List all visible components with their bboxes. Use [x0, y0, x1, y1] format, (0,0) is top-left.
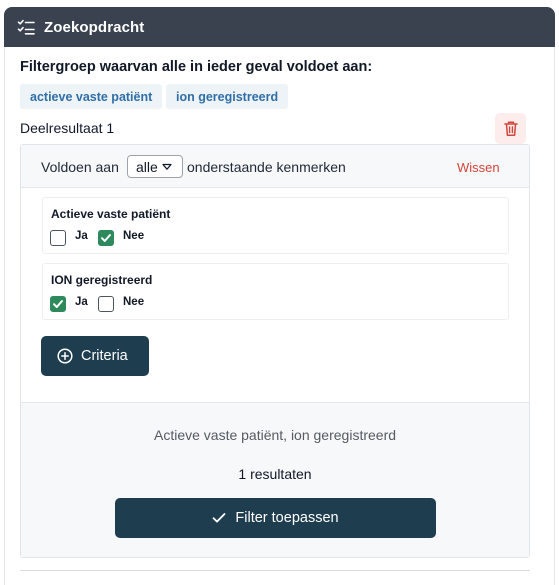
checkbox-ja[interactable] [50, 230, 66, 246]
filter-tag[interactable]: actieve vaste patiënt [20, 84, 163, 109]
result-count: 1 resultaten [238, 466, 312, 482]
checkbox-label: Nee [123, 296, 145, 308]
match-mode-select[interactable]: alle [127, 155, 183, 178]
match-prefix: Voldoen aan [41, 159, 119, 175]
sub-result-label: Deelresultaat 1 [20, 120, 115, 136]
filter-tag[interactable]: ion geregistreerd [166, 84, 289, 109]
chevron-down-icon [162, 163, 172, 171]
match-suffix: onderstaande kenmerken [187, 159, 346, 175]
check-icon [101, 234, 111, 242]
checkbox-label: Ja [75, 230, 88, 242]
check-icon [212, 512, 226, 524]
filter-summary: Actieve vaste patiënt, ion geregistreerd [153, 427, 397, 443]
trash-icon [503, 120, 519, 137]
checkbox-ja[interactable] [50, 296, 66, 312]
criterion-title: ION geregistreerd [51, 273, 153, 287]
criterion-ion-registered: ION geregistreerd Ja Nee [42, 263, 509, 320]
add-criteria-button[interactable]: Criteria [41, 336, 149, 376]
apply-filter-button[interactable]: Filter toepassen [115, 498, 436, 538]
criterion-title: Actieve vaste patiënt [51, 207, 171, 221]
apply-filter-label: Filter toepassen [235, 510, 339, 526]
checkbox-label: Nee [123, 230, 145, 242]
add-criteria-label: Criteria [81, 348, 128, 364]
filter-group-title: Filtergroep waarvan alle in ieder geval … [20, 59, 373, 75]
delete-sub-result-button[interactable] [495, 113, 526, 144]
criterion-active-patient: Actieve vaste patiënt Ja Nee [42, 197, 509, 254]
divider [20, 570, 530, 571]
result-footer: Actieve vaste patiënt, ion geregistreerd… [21, 402, 529, 557]
match-mode-value: alle [136, 158, 158, 175]
panel-header: Zoekopdracht [4, 7, 555, 47]
checklist-icon [17, 18, 35, 36]
checkbox-nee[interactable] [98, 230, 114, 246]
panel-title: Zoekopdracht [44, 18, 145, 36]
match-mode-bar: Voldoen aan alle onderstaande kenmerken … [21, 145, 529, 188]
checkbox-nee[interactable] [98, 296, 114, 312]
check-icon [53, 300, 63, 308]
checkbox-label: Ja [75, 296, 88, 308]
plus-circle-icon [57, 348, 73, 364]
clear-link[interactable]: Wissen [457, 160, 500, 175]
sub-result-card: Voldoen aan alle onderstaande kenmerken … [20, 144, 530, 558]
